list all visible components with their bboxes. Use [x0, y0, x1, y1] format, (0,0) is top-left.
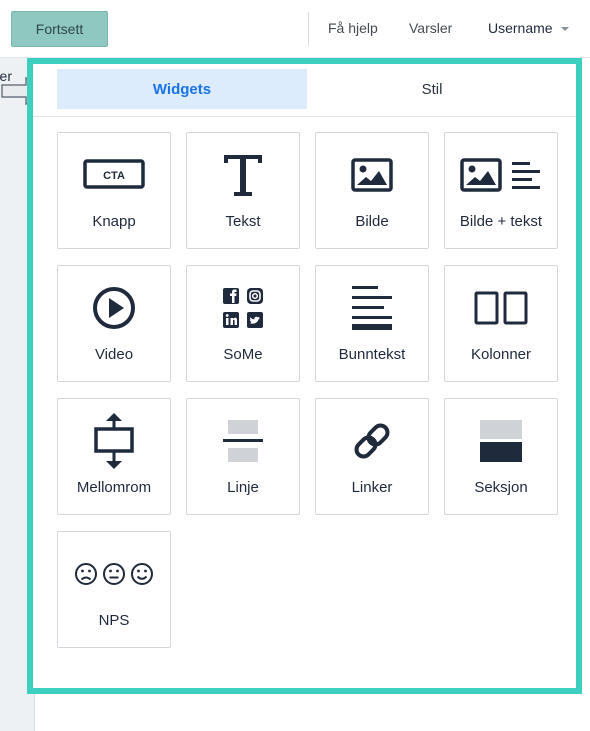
help-link[interactable]: Få hjelp [328, 20, 378, 36]
widget-card-kolonner[interactable]: Kolonner [444, 265, 558, 382]
widget-label: Mellomrom [76, 479, 152, 496]
top-bar: Fortsett Få hjelp Varsler Username [0, 0, 590, 58]
tabs-divider [33, 116, 576, 117]
widget-card-knapp[interactable]: CTA Knapp [57, 132, 171, 249]
widget-card-bilde[interactable]: Bilde [315, 132, 429, 249]
widget-card-video[interactable]: Video [57, 265, 171, 382]
columns-icon [474, 291, 528, 325]
widget-label: Tekst [225, 213, 261, 230]
widget-card-bunntekst[interactable]: Bunntekst [315, 265, 429, 382]
widget-panel: Widgets Stil CTA Knapp Tekst Bilde Bilde… [27, 58, 582, 694]
widget-label: Bunntekst [338, 346, 406, 363]
widget-label: Video [94, 346, 134, 363]
text-icon [224, 155, 262, 196]
widget-label: Bilde + tekst [459, 213, 543, 230]
widget-card-mellomrom[interactable]: Mellomrom [57, 398, 171, 515]
widget-grid: CTA Knapp Tekst Bilde Bilde + tekst Vide… [57, 132, 558, 648]
widget-card-linje[interactable]: Linje [186, 398, 300, 515]
widget-label: SoMe [223, 346, 263, 363]
nps-faces-icon [75, 563, 153, 585]
link-icon [354, 423, 390, 459]
notifications-link[interactable]: Varsler [409, 20, 452, 36]
image-text-icon [460, 158, 540, 192]
widget-label: Knapp [92, 213, 136, 230]
section-icon [480, 420, 522, 462]
social-media-icon [223, 288, 263, 328]
user-menu[interactable]: Username [488, 20, 569, 36]
widget-card-some[interactable]: SoMe [186, 265, 300, 382]
topbar-divider [308, 12, 309, 46]
widget-label: NPS [98, 612, 130, 629]
widget-label: Bilde [355, 213, 389, 230]
widget-card-nps[interactable]: NPS [57, 531, 171, 648]
chevron-down-icon [560, 27, 569, 31]
widget-card-seksjon[interactable]: Seksjon [444, 398, 558, 515]
spacer-icon [94, 413, 134, 469]
panel-tabs: Widgets Stil [57, 69, 557, 109]
image-icon [351, 158, 393, 192]
cta-icon-text: CTA [103, 170, 125, 182]
video-play-icon [93, 287, 135, 329]
tab-stil[interactable]: Stil [307, 69, 557, 109]
continue-button[interactable]: Fortsett [11, 11, 108, 47]
tab-widgets[interactable]: Widgets [57, 69, 307, 109]
widget-card-tekst[interactable]: Tekst [186, 132, 300, 249]
widget-label: Linker [351, 479, 393, 496]
footer-icon [352, 286, 392, 330]
cta-button-icon: CTA [83, 159, 145, 189]
user-menu-label: Username [488, 20, 553, 36]
widget-card-bilde-tekst[interactable]: Bilde + tekst [444, 132, 558, 249]
widget-label: Seksjon [474, 479, 528, 496]
widget-card-linker[interactable]: Linker [315, 398, 429, 515]
divider-line-icon [223, 420, 263, 462]
widget-label: Kolonner [470, 346, 532, 363]
widget-label: Linje [227, 479, 259, 496]
